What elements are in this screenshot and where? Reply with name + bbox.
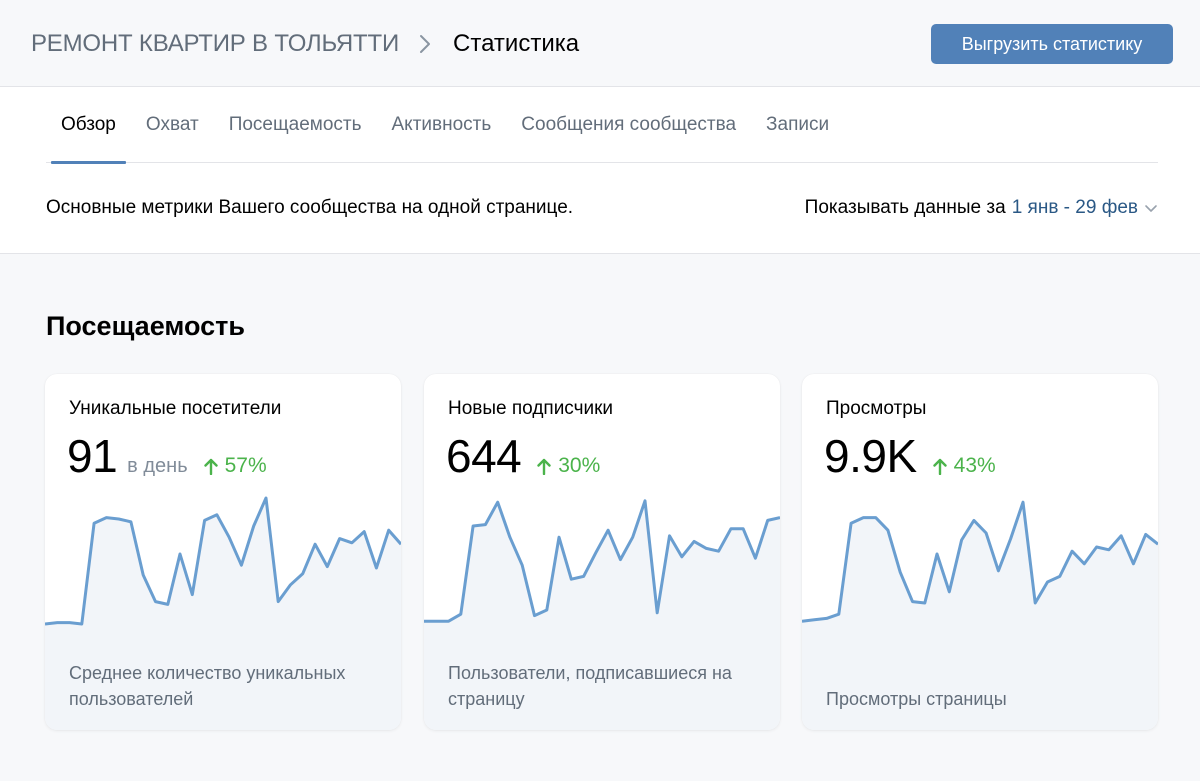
metric-delta: 57%: [203, 454, 267, 478]
card-title: Уникальные посетители: [69, 398, 282, 419]
metric-delta: 43%: [932, 454, 996, 478]
arrow-up-icon: [932, 458, 947, 475]
card-footer: Пользователи, подписавшиеся на страницу: [448, 663, 732, 709]
tab-posts[interactable]: Записи: [751, 87, 844, 163]
section-title: Посещаемость: [46, 311, 245, 341]
period-label: Показывать данные за: [804, 197, 1006, 218]
stats-panel: Обзор Охват Посещаемость Активность Сооб…: [0, 87, 1200, 254]
card-title: Просмотры: [826, 398, 927, 419]
unique-visitors-card[interactable]: Уникальные посетители 91 в день 57% Сред…: [45, 374, 401, 730]
tab-overview[interactable]: Обзор: [46, 87, 131, 164]
tab-activity[interactable]: Активность: [377, 87, 507, 163]
card-footer: Среднее количество уникальных пользовате…: [69, 663, 346, 709]
new-subscribers-card[interactable]: Новые подписчики 644 30% Пользователи, п…: [424, 374, 780, 730]
metric-unit: в день: [127, 455, 188, 477]
page-title: Статистика: [453, 30, 580, 57]
views-card[interactable]: Просмотры 9.9K 43% Просмотры страницы: [802, 374, 1158, 730]
card-footer: Просмотры страницы: [826, 689, 1007, 709]
period-value[interactable]: 1 янв - 29 фев: [1012, 197, 1138, 219]
tab-bar: Обзор Охват Посещаемость Активность Сооб…: [46, 87, 1158, 164]
metric-value: 91: [67, 430, 118, 482]
tab-reach[interactable]: Охват: [131, 87, 214, 163]
export-statistics-button[interactable]: Выгрузить статистику: [931, 24, 1173, 64]
tab-attendance[interactable]: Посещаемость: [214, 87, 377, 163]
header: РЕМОНТ КВАРТИР В ТОЛЬЯТТИ Статистика Выг…: [0, 0, 1200, 87]
breadcrumb: РЕМОНТ КВАРТИР В ТОЛЬЯТТИ Статистика: [31, 30, 579, 58]
chevron-right-icon: [411, 32, 439, 56]
card-metric: 9.9K 43%: [824, 429, 996, 483]
breadcrumb-group-link[interactable]: РЕМОНТ КВАРТИР В ТОЛЬЯТТИ: [31, 30, 399, 58]
delta-value: 43%: [953, 454, 996, 477]
card-title: Новые подписчики: [448, 398, 614, 419]
tab-community-messages[interactable]: Сообщения сообщества: [506, 87, 751, 163]
arrow-up-icon: [537, 458, 551, 475]
period-selector[interactable]: Показывать данные за 1 янв - 29 фев: [805, 197, 1158, 219]
delta-value: 30%: [558, 454, 601, 477]
card-metric: 91 в день 57%: [67, 429, 267, 483]
delta-value: 57%: [224, 454, 267, 477]
overview-description: Основные метрики Вашего сообщества на од…: [46, 197, 574, 218]
arrow-up-icon: [203, 458, 218, 475]
card-metric: 644 30%: [446, 429, 600, 483]
metric-delta: 30%: [537, 454, 600, 478]
metric-value: 644: [446, 430, 522, 482]
chevron-down-icon[interactable]: [1144, 201, 1158, 215]
metric-value: 9.9K: [824, 430, 917, 482]
